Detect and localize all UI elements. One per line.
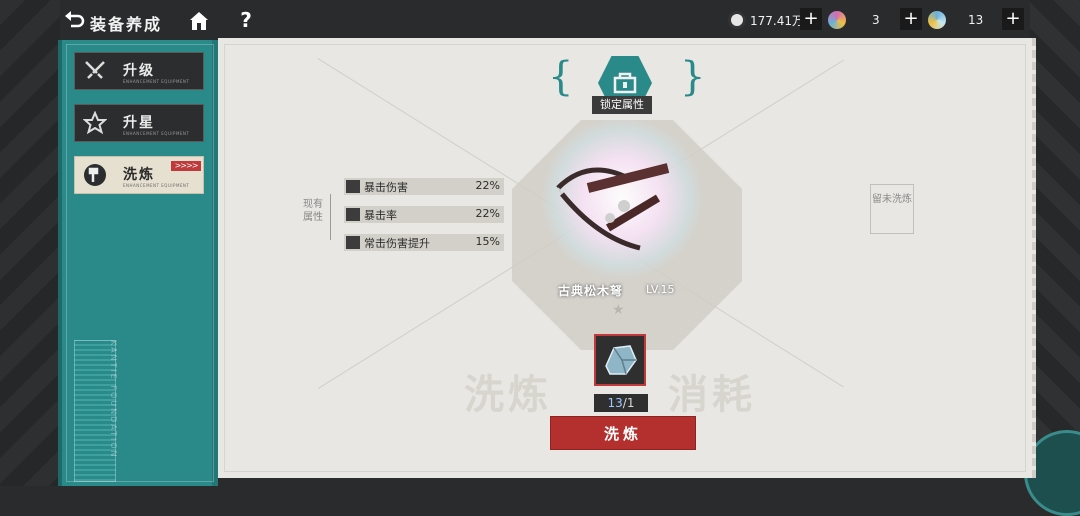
attributes-divider — [330, 194, 331, 240]
tab-refine-sublabel: ENHANCEMENT EQUIPMENT — [123, 183, 190, 188]
back-button[interactable] — [64, 10, 86, 30]
main-card: 洗炼 消耗 { } 锁定属性 现有属性 暴击伤害 22% 暴击率 22% 常击伤… — [218, 38, 1036, 478]
resource-blue-gem: 13 — [928, 8, 983, 32]
attribute-value: 22% — [475, 207, 500, 220]
tab-star-up-label: 升星 — [123, 115, 155, 131]
weapon-level: LV.15 — [646, 283, 675, 296]
sidebar: 升级 ENHANCEMENT EQUIPMENT 升星 ENHANCEMENT … — [58, 40, 218, 486]
pink-gem-value: 3 — [872, 13, 880, 27]
damage-boost-icon — [346, 236, 360, 249]
crossbow-icon — [556, 163, 670, 251]
lock-icon — [613, 72, 637, 94]
attribute-name: 暴击率 — [364, 209, 397, 222]
help-button[interactable]: ? — [236, 8, 256, 32]
active-tab-marker: >>>> — [171, 161, 201, 171]
crit-damage-icon — [346, 180, 360, 193]
swords-icon — [85, 61, 105, 79]
tab-refine-label: 洗炼 — [123, 167, 155, 183]
blue-gem-icon — [928, 11, 946, 29]
home-icon — [190, 12, 208, 30]
tab-upgrade[interactable]: 升级 ENHANCEMENT EQUIPMENT — [74, 52, 204, 90]
right-brace-decoration: } — [680, 54, 706, 100]
tab-star-up-sublabel: ENHANCEMENT EQUIPMENT — [123, 131, 190, 136]
background-left-pattern — [0, 0, 60, 486]
blue-gem-value: 13 — [968, 13, 984, 27]
attribute-row[interactable]: 暴击伤害 22% — [344, 178, 504, 195]
refine-stone-icon — [605, 345, 637, 375]
coin-value: 177.41万 — [750, 13, 804, 28]
resource-coin: 177.41万 — [728, 8, 804, 32]
current-attributes-label: 现有属性 — [303, 199, 323, 223]
star-rating-icon: ★ — [612, 302, 625, 318]
hammer-icon — [84, 164, 106, 186]
material-need: 1 — [626, 396, 635, 410]
home-button[interactable] — [188, 10, 210, 32]
top-bar: 装备养成 ? 177.41万 + 3 + 13 + — [0, 0, 1080, 40]
resource-pink-gem: 3 — [828, 8, 880, 32]
weapon-name: 古典松木弩 — [558, 284, 624, 298]
attribute-row[interactable]: 暴击率 22% — [344, 206, 504, 223]
tab-refine[interactable]: 洗炼 ENHANCEMENT EQUIPMENT >>>> — [74, 156, 204, 194]
coin-icon — [728, 11, 746, 29]
background-right-pattern — [1030, 0, 1080, 486]
attribute-row[interactable]: 常击伤害提升 15% — [344, 234, 504, 251]
left-brace-decoration: { — [548, 54, 574, 100]
add-pink-gem-button[interactable]: + — [900, 8, 922, 30]
back-arrow-icon — [65, 11, 85, 28]
star-icon — [83, 111, 107, 135]
attribute-value: 15% — [475, 235, 500, 248]
material-count: 13/1 — [594, 394, 648, 412]
background-text-cost: 消耗 — [668, 372, 756, 418]
pink-gem-icon — [828, 11, 846, 29]
pending-refine-slot: 留未洗炼 — [870, 184, 914, 234]
crit-rate-icon — [346, 208, 360, 221]
tab-star-up[interactable]: 升星 ENHANCEMENT EQUIPMENT — [74, 104, 204, 142]
attribute-name: 暴击伤害 — [364, 181, 408, 194]
attribute-name: 常击伤害提升 — [364, 237, 430, 250]
page-title: 装备养成 — [90, 15, 163, 34]
tab-upgrade-label: 升级 — [123, 63, 155, 79]
foundation-text: KANTIE FOUNDATION — [109, 340, 118, 459]
attribute-value: 22% — [475, 179, 500, 192]
add-blue-gem-button[interactable]: + — [1002, 8, 1024, 30]
add-coin-button[interactable]: + — [800, 8, 822, 30]
background-text-refine: 洗炼 — [464, 372, 552, 418]
tab-upgrade-sublabel: ENHANCEMENT EQUIPMENT — [123, 79, 190, 84]
refine-material-slot[interactable] — [594, 334, 646, 386]
lock-attributes-label: 锁定属性 — [592, 96, 652, 114]
material-have: 13 — [607, 396, 623, 410]
refine-button[interactable]: 洗炼 — [550, 416, 696, 450]
